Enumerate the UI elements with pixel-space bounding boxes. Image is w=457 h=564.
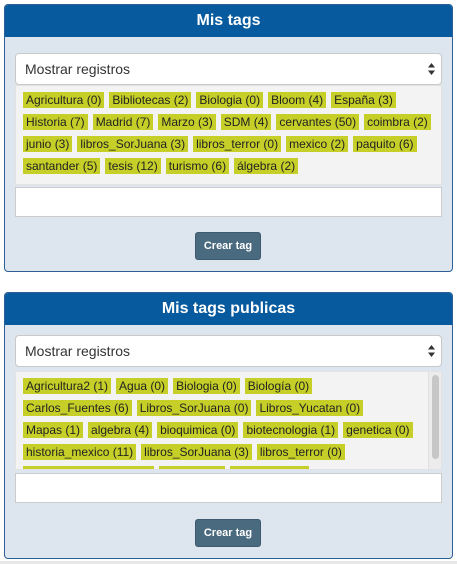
tag-item[interactable]: Libros_SorJuana (0) bbox=[136, 400, 252, 416]
tag-item[interactable]: Carlos_Fuentes (6) bbox=[23, 400, 132, 416]
tag-item[interactable]: Agricultura2 (1) bbox=[23, 378, 112, 394]
public-tags-title: Mis tags publicas bbox=[5, 293, 452, 325]
tag-item[interactable]: Agricultura (0) bbox=[23, 92, 105, 108]
tag-item[interactable]: Bloom (4) bbox=[268, 92, 327, 108]
my-tags-select[interactable]: Mostrar registros bbox=[15, 53, 442, 85]
tag-item[interactable]: Mapas (1) bbox=[23, 422, 84, 438]
tag-item[interactable]: Bibliotecas (2) bbox=[109, 92, 192, 108]
select-value: Mostrar registros bbox=[25, 343, 131, 359]
tag-item[interactable]: misterio (4) bbox=[158, 466, 225, 469]
tag-item[interactable]: historia_mexico (11) bbox=[23, 444, 137, 460]
tag-item[interactable]: Libros_Yucatan (0) bbox=[256, 400, 364, 416]
tag-item[interactable]: santander (5) bbox=[23, 158, 101, 174]
tag-item[interactable]: Marzo (3) bbox=[158, 114, 216, 130]
tag-item[interactable]: coimbra (2) bbox=[364, 114, 431, 130]
select-value: Mostrar registros bbox=[25, 61, 131, 77]
tag-item[interactable]: Madrid (7) bbox=[92, 114, 154, 130]
my-tags-title: Mis tags bbox=[5, 5, 452, 37]
tags-scrollbar[interactable] bbox=[428, 372, 441, 469]
tag-item[interactable]: tesis (12) bbox=[105, 158, 161, 174]
tag-item[interactable]: paquito (6) bbox=[353, 136, 417, 152]
tag-item[interactable]: SDM (4) bbox=[220, 114, 272, 130]
tag-item[interactable]: algebra (4) bbox=[88, 422, 153, 438]
scrollbar-thumb[interactable] bbox=[432, 375, 439, 459]
create-public-tag-button[interactable]: Crear tag bbox=[195, 519, 261, 547]
public-tags-select[interactable]: Mostrar registros bbox=[15, 335, 442, 367]
tag-item[interactable]: mexico (2) bbox=[286, 136, 349, 152]
tag-item[interactable]: Biologia (0) bbox=[196, 92, 264, 108]
tag-item[interactable]: turismo (6) bbox=[165, 158, 230, 174]
tag-item[interactable]: Agua (0) bbox=[116, 378, 169, 394]
public-tags-panel: Mis tags publicas Mostrar registros Agri… bbox=[4, 292, 453, 559]
tag-item[interactable]: misterio01 (0) bbox=[229, 466, 310, 469]
tag-item[interactable]: medicina_genomica (2) bbox=[23, 466, 154, 469]
updown-arrows-icon bbox=[428, 345, 435, 357]
updown-arrows-icon bbox=[428, 63, 435, 75]
tag-item[interactable]: bioquimica (0) bbox=[157, 422, 239, 438]
tag-item[interactable]: libros_terror (0) bbox=[256, 444, 345, 460]
tag-item[interactable]: biotecnologia (1) bbox=[243, 422, 339, 438]
my-tags-panel: Mis tags Mostrar registros Agricultura (… bbox=[4, 4, 453, 272]
tag-item[interactable]: Historia (7) bbox=[23, 114, 88, 130]
tag-item[interactable]: libros_terror (0) bbox=[193, 136, 282, 152]
tag-item[interactable]: Biología (0) bbox=[244, 378, 313, 394]
public-tags-list: Agricultura2 (1) Agua (0) Biologia (0) Biol… bbox=[15, 371, 442, 470]
tag-item[interactable]: libros_SorJuana (3) bbox=[141, 444, 252, 460]
tag-item[interactable]: genetica (0) bbox=[343, 422, 413, 438]
tag-item[interactable]: junio (3) bbox=[23, 136, 73, 152]
public-tag-name-input[interactable] bbox=[15, 473, 442, 503]
tag-item[interactable]: España (3) bbox=[331, 92, 396, 108]
my-tags-list: Agricultura (0) Bibliotecas (2) Biologia (… bbox=[15, 85, 442, 185]
tag-item[interactable]: álgebra (2) bbox=[234, 158, 299, 174]
create-tag-button[interactable]: Crear tag bbox=[195, 232, 261, 260]
tag-item[interactable]: cervantes (50) bbox=[276, 114, 360, 130]
my-tag-name-input[interactable] bbox=[15, 187, 442, 217]
tag-item[interactable]: libros_SorJuana (3) bbox=[77, 136, 189, 152]
tag-item[interactable]: Biologia (0) bbox=[173, 378, 240, 394]
